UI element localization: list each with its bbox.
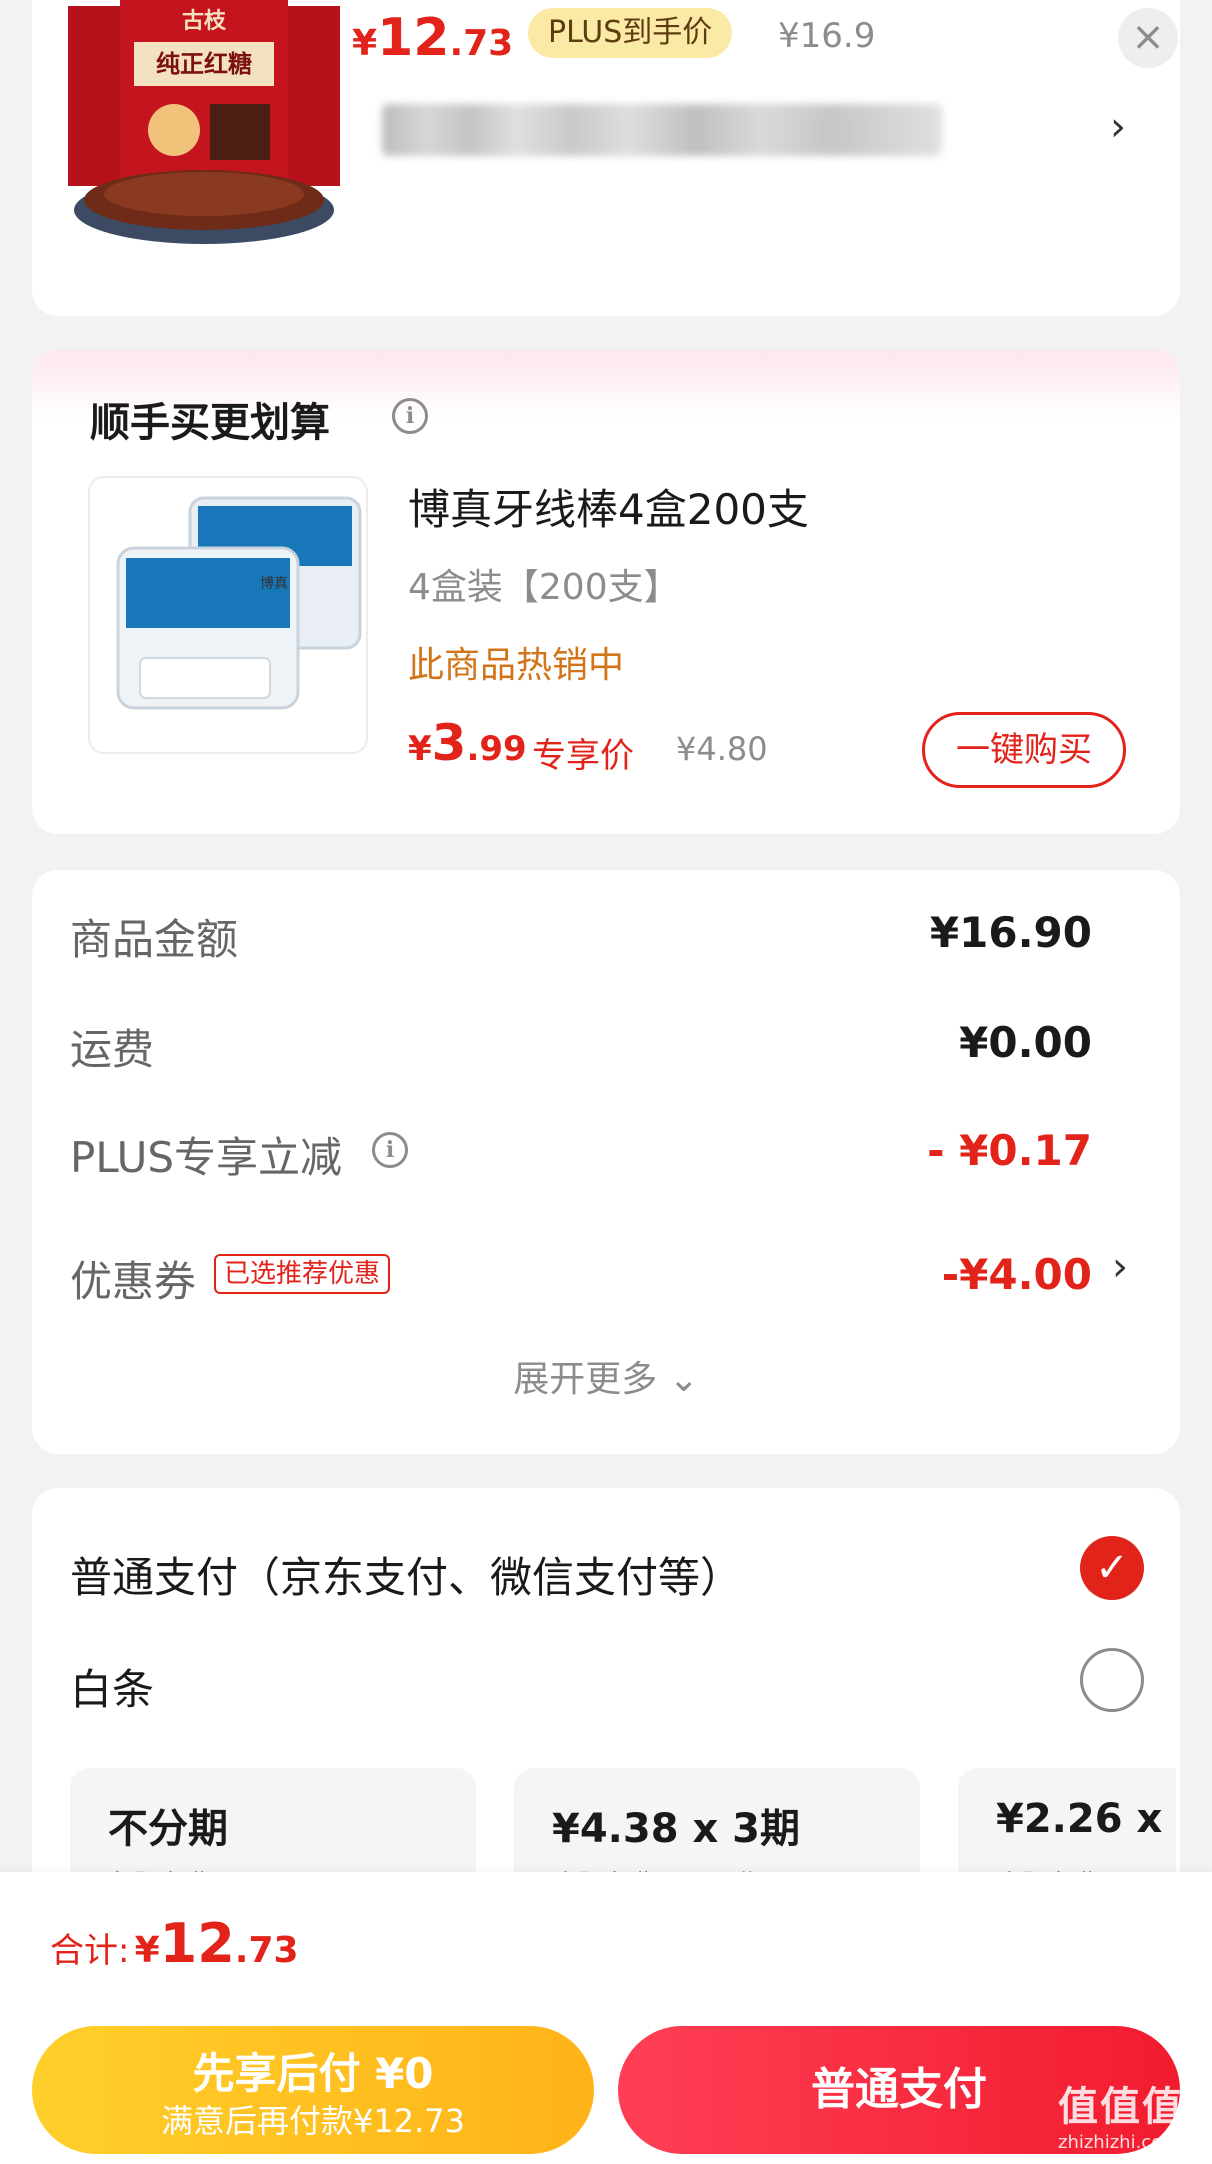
delivery-address-masked[interactable] xyxy=(382,104,942,156)
plan-title: ¥4.38 x 3期 xyxy=(552,1806,801,1852)
pay-later-title: 先享后付 ¥0 xyxy=(192,2049,434,2098)
total-integer: 12 xyxy=(159,1912,235,1975)
fee-label-plus-discount: PLUS专享立减 xyxy=(70,1133,343,1182)
pack-label: 纯正红糖 xyxy=(156,50,252,78)
original-price: ¥16.9 xyxy=(778,16,876,56)
price-decimal: .73 xyxy=(449,23,514,64)
addon-price-decimal: .99 xyxy=(466,729,527,769)
addon-section-title: 顺手买更划算 xyxy=(90,400,330,446)
coupon-chevron-right-icon[interactable]: › xyxy=(1112,1244,1128,1290)
addon-product-name[interactable]: 博真牙线棒4盒200支 xyxy=(408,476,809,537)
info-icon[interactable]: i xyxy=(392,398,428,434)
price-integer: 12 xyxy=(377,8,450,68)
plan-title: 不分期 xyxy=(108,1806,228,1852)
plus-price-tag: PLUS到手价 xyxy=(528,8,733,58)
address-chevron-right-icon[interactable]: › xyxy=(1110,104,1126,150)
total-currency: ¥ xyxy=(134,1930,160,1971)
addon-exclusive-label: 专享价 xyxy=(532,736,634,776)
fee-label-goods: 商品金额 xyxy=(70,915,239,964)
pay-later-button[interactable]: 先享后付 ¥0 满意后再付款¥12.73 xyxy=(32,2026,594,2154)
pack-label: 博真 xyxy=(260,575,288,592)
addon-price-currency: ¥ xyxy=(408,729,432,769)
addon-hot-label: 此商品热销中 xyxy=(408,645,625,686)
payment-baitiao-radio[interactable] xyxy=(1080,1648,1144,1712)
floss-box-image: 博真 xyxy=(90,478,366,752)
product-image[interactable]: 古枝 纯正红糖 xyxy=(64,0,344,252)
fee-value-goods: ¥16.90 xyxy=(929,908,1092,957)
plus-discount-info-icon[interactable]: i xyxy=(372,1132,408,1168)
addon-product-image[interactable]: 博真 xyxy=(88,476,368,754)
price-currency: ¥ xyxy=(352,23,378,64)
addon-price-integer: 3 xyxy=(431,714,467,772)
fee-label-coupon[interactable]: 优惠券 xyxy=(70,1248,196,1309)
brown-sugar-image: 古枝 纯正红糖 xyxy=(64,0,344,252)
pay-later-subtitle: 满意后再付款¥12.73 xyxy=(161,2102,465,2140)
brand-text: 古枝 xyxy=(182,8,227,34)
close-icon[interactable]: × xyxy=(1118,8,1178,68)
payment-option-normal[interactable]: 普通支付（京东支付、微信支付等） xyxy=(70,1544,742,1605)
fee-summary-card: 商品金额 ¥16.90 运费 ¥0.00 PLUS专享立减 i - ¥0.17 … xyxy=(32,870,1180,1454)
product-card: 古枝 纯正红糖 ¥12.73 PLUS到手价 ¥16.9 × › xyxy=(32,0,1180,316)
payment-normal-radio-checked[interactable]: ✓ xyxy=(1080,1536,1144,1600)
coupon-recommended-tag: 已选推荐优惠 xyxy=(214,1254,391,1294)
addon-product-spec: 4盒装【200支】 xyxy=(408,567,680,608)
fee-value-coupon[interactable]: -¥4.00 xyxy=(942,1250,1092,1299)
one-click-buy-button[interactable]: 一键购买 xyxy=(922,712,1126,788)
expand-more-button[interactable]: 展开更多 ⌄ xyxy=(32,1350,1180,1402)
watermark-logo: 值值值 xyxy=(1058,2084,1184,2130)
fee-value-shipping: ¥0.00 xyxy=(959,1018,1092,1067)
addon-offer-card: 顺手买更划算 i 博真 博真牙线棒4盒200支 4盒装【200支】 此商品热销中… xyxy=(32,350,1180,834)
plan-title: ¥2.26 x xyxy=(996,1796,1163,1842)
addon-price: ¥3.99 xyxy=(408,714,527,772)
payment-option-baitiao[interactable]: 白条 xyxy=(70,1656,154,1717)
fee-label-shipping: 运费 xyxy=(70,1025,155,1074)
fee-value-plus-discount: - ¥0.17 xyxy=(927,1126,1092,1175)
order-total: 合计: ¥12.73 xyxy=(50,1912,299,1975)
checkout-bottom-bar: 合计: ¥12.73 先享后付 ¥0 满意后再付款¥12.73 普通支付 xyxy=(0,1872,1212,2164)
watermark-url: zhizhizhi.com xyxy=(1058,2132,1180,2153)
total-decimal: .73 xyxy=(234,1930,299,1971)
total-label: 合计: xyxy=(50,1931,130,1971)
product-price: ¥12.73 xyxy=(352,8,513,68)
addon-original-price: ¥4.80 xyxy=(676,730,768,768)
